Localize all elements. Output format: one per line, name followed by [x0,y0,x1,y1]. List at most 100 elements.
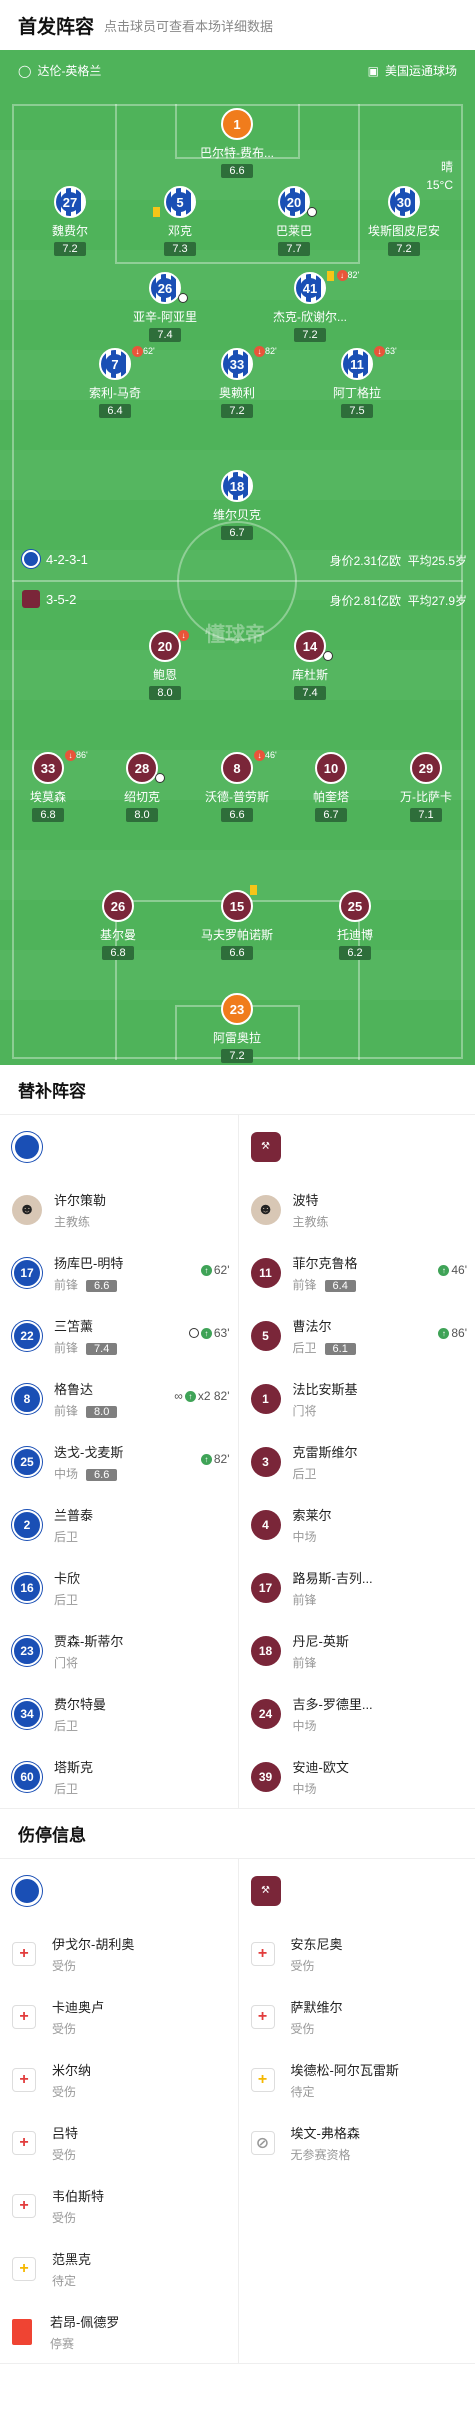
player-number: 29 [410,752,442,784]
injury-status: 受伤 [52,2084,77,2099]
player-card[interactable]: 14 库杜斯 7.4 [255,630,365,701]
player-name: 托迪博 [336,928,373,942]
player-number-badge: 33 [221,348,253,380]
sub-row[interactable]: 18 丹尼-英斯 前锋 [239,1619,475,1682]
injury-status: 无参赛资格 [290,2147,351,2162]
player-name: 亚辛-阿亚里 [133,310,197,324]
sub-off-icon: ↓ [132,346,143,358]
player-card[interactable]: 20 鲍恩 8.0 ↓ [110,630,220,701]
player-card[interactable]: 23 阿雷奥拉 7.2 [182,993,292,1064]
player-number-badge: 18 [221,470,253,502]
player-name: 邓克 [167,224,192,238]
player-rating: 7.1 [410,808,442,822]
player-rating: 6.7 [315,808,347,822]
coach-role: 主教练 [54,1214,91,1229]
player-card[interactable]: 30 埃斯图皮尼安 7.2 [349,186,459,257]
player-card[interactable]: 26 基尔曼 6.8 [63,890,173,961]
sub-name: 三笘薰 [54,1318,94,1334]
player-card[interactable]: 15 马夫罗帕诺斯 6.6 [182,884,292,961]
sub-off-icon: ↓ [254,346,265,358]
player-card[interactable]: 26 亚辛-阿亚里 7.4 [110,272,220,343]
player-card[interactable]: 20 巴莱巴 7.7 [239,186,349,257]
sub-number: 11 [250,1257,281,1288]
player-card[interactable]: 25 托迪博 6.2 [300,890,410,961]
injured-name: 卡迪奥卢 [52,1999,105,2015]
sub-on-icon: ↑ [200,1327,212,1339]
whistle-icon: ◯ [18,63,32,78]
away-value: 身价2.81亿欧 平均27.9岁 [330,592,467,609]
sub-row[interactable]: 16 卡欣 后卫 [0,1556,238,1619]
player-name: 鲍恩 [152,668,177,682]
sub-name: 克雷斯维尔 [292,1444,358,1460]
sub-off-event: ↓ 62' [132,346,155,358]
player-number: 5 [170,192,190,212]
sub-position: 前锋 [292,1592,317,1607]
sub-position: 后卫 [54,1592,79,1607]
player-card[interactable]: 10 帕奎塔 6.7 [276,752,386,823]
player-rating: 7.2 [221,404,253,418]
player-card[interactable]: 29 万-比萨卡 7.1 [371,752,475,823]
sub-number: 24 [250,1698,281,1729]
player-name: 阿丁格拉 [332,386,381,400]
away-injuries: ⚒ + 安东尼奥 受伤 + 萨默维尔 受伤 + 埃德松-阿尔瓦雷斯 待定 ⊘ 埃文-弗格森 无参… [237,1859,475,2363]
sub-row[interactable]: 39 安迪-欧文 中场 [239,1745,475,1808]
player-card[interactable]: 27 魏费尔 7.2 [15,186,125,257]
event-minute: 82' [265,346,277,356]
injury-title: 伤停信息 [0,1809,475,1859]
sub-row[interactable]: 60 塔斯克 后卫 [0,1745,238,1808]
sub-position: 后卫 [54,1781,79,1796]
sub-name: 法比安斯基 [292,1381,358,1397]
player-number: 14 [294,630,326,662]
sub-row[interactable]: 11 菲尔克鲁格 前锋 6.4 ↑ 46' [239,1241,475,1304]
player-card[interactable]: 28 绍切克 8.0 [87,752,197,823]
player-card[interactable]: 1 巴尔特-费布... 6.6 [182,108,292,179]
sub-row[interactable]: 34 费尔特曼 后卫 [0,1682,238,1745]
player-card[interactable]: 5 邓克 7.3 [125,186,235,257]
sub-row[interactable]: 3 克雷斯维尔 后卫 [239,1430,475,1493]
player-name: 索利-马奇 [89,386,141,400]
sub-on-event: ↑ 63' [188,1326,230,1340]
sub-off-event: ↓ 82' [254,346,277,358]
sub-row[interactable]: 1 法比安斯基 门将 [239,1367,475,1430]
player-card[interactable]: 18 维尔贝克 6.7 [182,470,292,541]
player-card[interactable]: 7 索利-马奇 6.4 ↓ 62' [60,346,170,419]
home-value-text: 身价2.31亿欧 [329,554,401,568]
sub-number: 25 [12,1446,42,1477]
sub-row[interactable]: 8 格鲁达 前锋 8.0 ∞ ↑ x2 82' [0,1367,238,1430]
sub-row[interactable]: 4 索莱尔 中场 [239,1493,475,1556]
away-value-text: 身价2.81亿欧 [329,594,401,608]
player-card[interactable]: 11 阿丁格拉 7.5 ↓ 63' [302,346,412,419]
player-card[interactable]: 33 奥赖利 7.2 ↓ 82' [182,346,292,419]
sub-number: 3 [250,1446,281,1477]
brighton-badge-icon [12,1131,42,1162]
player-number: 33 [32,752,64,784]
sub-row[interactable]: 22 三笘薰 前锋 7.4 ↑ 63' [0,1304,238,1367]
player-name: 基尔曼 [99,928,136,942]
sub-rating: 6.6 [86,1468,118,1481]
stadium-name: 美国运通球场 [384,64,457,78]
player-number-badge: 41 [294,272,326,304]
player-number: 7 [105,354,125,374]
player-card[interactable]: 41 杰克-欣谢尔... 7.2 ↓ 82' [255,270,365,343]
goal-ball-icon [323,650,333,661]
sub-position: 前锋 [54,1403,79,1418]
injured-name: 吕特 [52,2125,79,2141]
sub-row[interactable]: 5 曹法尔 后卫 6.1 ↑ 86' [239,1304,475,1367]
sub-row[interactable]: 25 迭戈-戈麦斯 中场 6.6 ↑ 82' [0,1430,238,1493]
player-name: 万-比萨卡 [400,790,452,804]
sub-position: 中场 [292,1529,317,1544]
sub-row[interactable]: 24 吉多-罗德里... 中场 [239,1682,475,1745]
sub-row[interactable]: 17 路易斯-吉列... 前锋 [239,1556,475,1619]
player-number: 28 [126,752,158,784]
yellow-card-icon [153,206,160,217]
player-number-badge: 11 [341,348,373,380]
sub-row[interactable]: 2 兰普泰 后卫 [0,1493,238,1556]
coach-row[interactable]: ☻ 波特 主教练 [239,1178,475,1241]
sub-on-icon: ↑ [438,1264,450,1276]
sub-row[interactable]: 23 贾森-斯蒂尔 门将 [0,1619,238,1682]
player-name: 魏费尔 [51,224,88,238]
player-number-badge: 20 [278,186,310,218]
sub-row[interactable]: 17 扬库巴-明特 前锋 6.6 ↑ 62' [0,1241,238,1304]
coach-row[interactable]: ☻ 许尔策勒 主教练 [0,1178,238,1241]
westham-badge-icon: ⚒ [250,1875,281,1906]
